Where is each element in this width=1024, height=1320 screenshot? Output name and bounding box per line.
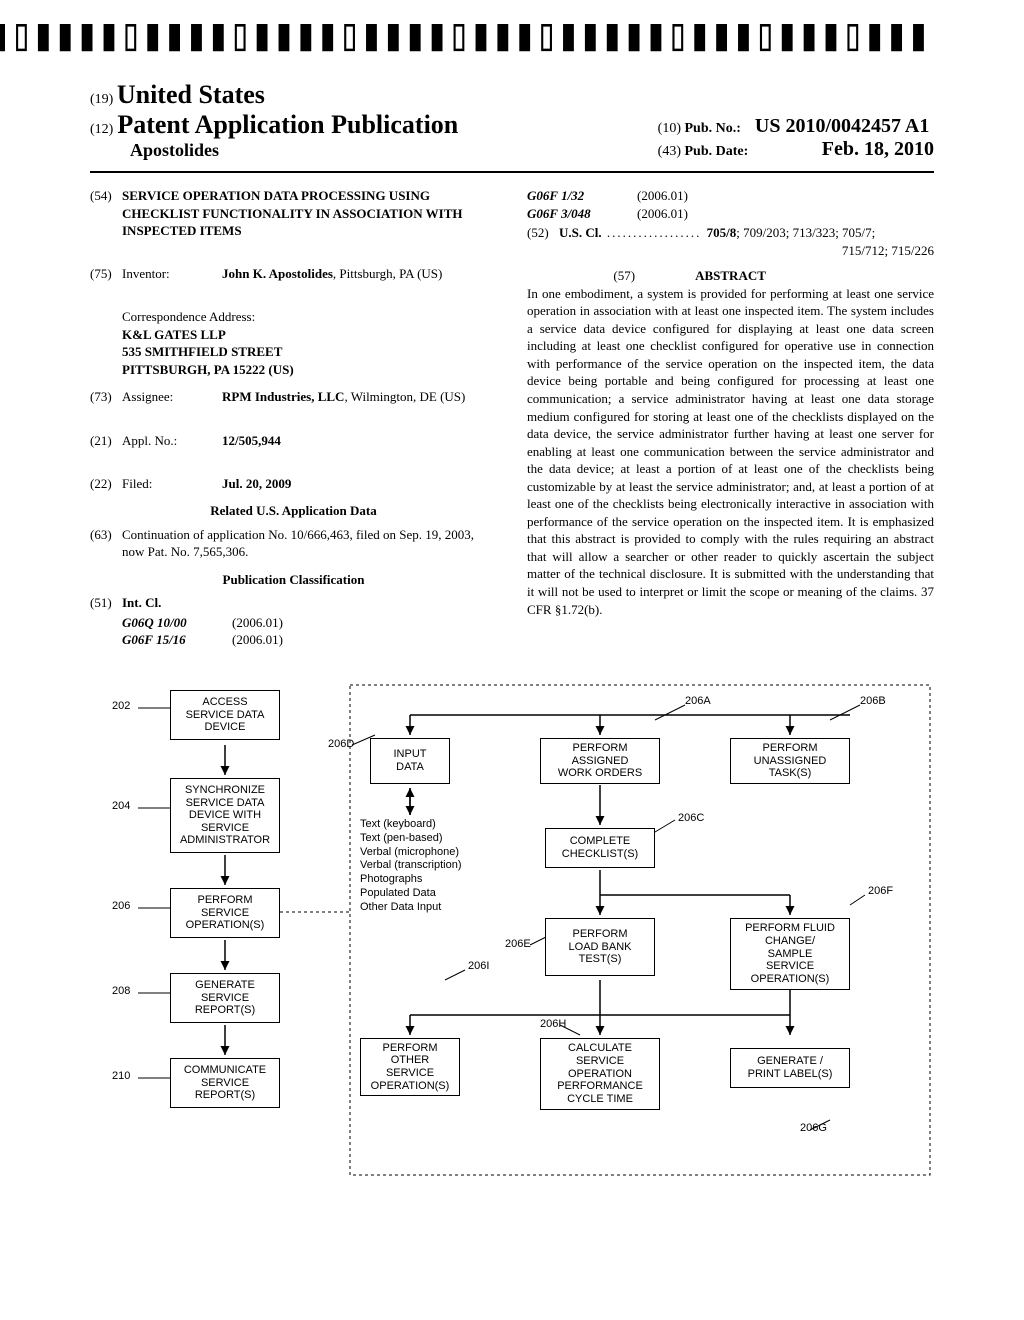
- uscl-label: U.S. Cl.: [559, 225, 602, 240]
- author-name: Apostolides: [130, 140, 458, 161]
- filed-label: Filed:: [122, 475, 222, 493]
- assignee-name: RPM Industries, LLC: [222, 389, 344, 404]
- flow-label-206: 206: [112, 900, 130, 912]
- pub-no-code: (10): [658, 121, 681, 136]
- uscl-rest: ; 709/203; 713/323; 705/7;: [736, 225, 875, 240]
- flow-label-206f: 206F: [868, 885, 893, 897]
- flow-box-206i: PERFORMOTHERSERVICEOPERATION(S): [360, 1038, 460, 1096]
- appl-code: (21): [90, 432, 122, 450]
- flowchart-diagram: ACCESSSERVICE DATADEVICE SYNCHRONIZESERV…: [90, 660, 934, 1190]
- correspondence-line2: 535 SMITHFIELD STREET: [122, 343, 497, 361]
- flow-label-206h: 206H: [540, 1018, 566, 1030]
- filed-code: (22): [90, 475, 122, 493]
- flow-box-206f: PERFORM FLUIDCHANGE/SAMPLESERVICEOPERATI…: [730, 918, 850, 990]
- appl-no: 12/505,944: [222, 432, 497, 450]
- flow-label-208: 208: [112, 985, 130, 997]
- continuation-code: (63): [90, 526, 122, 561]
- uscl-dots: ..................: [602, 225, 707, 240]
- inventor-location: , Pittsburgh, PA (US): [333, 266, 442, 281]
- intcl-item-code: G06F 15/16: [122, 631, 232, 649]
- pub-no-label: Pub. No.:: [685, 121, 741, 136]
- flow-box-206e: PERFORMLOAD BANKTEST(S): [545, 918, 655, 976]
- assignee-location: , Wilmington, DE (US): [344, 389, 465, 404]
- pub-no-value: US 2010/0042457 A1: [755, 115, 929, 137]
- correspondence-line3: PITTSBURGH, PA 15222 (US): [122, 361, 497, 379]
- pub-type: Patent Application Publication: [117, 110, 458, 139]
- related-heading: Related U.S. Application Data: [90, 502, 497, 520]
- assignee-label: Assignee:: [122, 388, 222, 406]
- flow-label-206c: 206C: [678, 812, 704, 824]
- pub-date-code: (43): [658, 144, 681, 159]
- flow-label-204: 204: [112, 800, 130, 812]
- main-columns: (54) SERVICE OPERATION DATA PROCESSING U…: [90, 187, 934, 649]
- flow-box-208: GENERATESERVICEREPORT(S): [170, 973, 280, 1023]
- flow-box-206h: CALCULATESERVICEOPERATIONPERFORMANCECYCL…: [540, 1038, 660, 1110]
- flow-box-202: ACCESSSERVICE DATADEVICE: [170, 690, 280, 740]
- classification-heading: Publication Classification: [90, 571, 497, 589]
- flow-box-206b: PERFORMUNASSIGNEDTASK(S): [730, 738, 850, 784]
- flow-label-202: 202: [112, 700, 130, 712]
- inventor-code: (75): [90, 265, 122, 283]
- left-column: (54) SERVICE OPERATION DATA PROCESSING U…: [90, 187, 497, 649]
- pub-date-label: Pub. Date:: [685, 144, 749, 159]
- barcode-graphic: ▮▯▮▮▮▯▮▮▮▮▮▮▯▮▮▯▮▮▮▮▯▮▮▮▮▯▮▮▮▮▯▮▮▮▮▯▮▮▮▯…: [0, 17, 929, 51]
- abstract-heading: ABSTRACT: [695, 267, 766, 285]
- flow-box-206c: COMPLETECHECKLIST(S): [545, 828, 655, 868]
- appl-label: Appl. No.:: [122, 432, 222, 450]
- flow-textlist: Text (keyboard)Text (pen-based)Verbal (m…: [360, 818, 490, 914]
- title-code: (54): [90, 187, 122, 240]
- barcode-area: ▮▯▮▮▮▯▮▮▮▮▮▮▯▮▮▯▮▮▮▮▯▮▮▮▮▯▮▮▮▮▯▮▮▮▮▯▮▮▮▯…: [0, 20, 929, 70]
- intcl-item-code: G06F 3/048: [527, 205, 637, 223]
- intcl-item-code: G06Q 10/00: [122, 614, 232, 632]
- intcl-item-code: G06F 1/32: [527, 187, 637, 205]
- uscl-code: (52): [527, 224, 559, 259]
- header: (19) United States (12) Patent Applicati…: [90, 80, 934, 161]
- flow-box-206g: GENERATE /PRINT LABEL(S): [730, 1048, 850, 1088]
- flow-box-206: PERFORMSERVICEOPERATION(S): [170, 888, 280, 938]
- intcl-item-ver: (2006.01): [232, 614, 283, 632]
- divider: [90, 171, 934, 173]
- flow-label-206a: 206A: [685, 695, 711, 707]
- intcl-code: (51): [90, 594, 122, 612]
- continuation-text: Continuation of application No. 10/666,4…: [122, 526, 497, 561]
- pub-type-code: (12): [90, 122, 113, 137]
- flow-label-206i: 206I: [468, 960, 489, 972]
- flow-label-206e: 206E: [505, 938, 531, 950]
- abstract-text: In one embodiment, a system is provided …: [527, 285, 934, 618]
- pub-date-value: Feb. 18, 2010: [822, 138, 934, 160]
- intcl-item-ver: (2006.01): [637, 187, 688, 205]
- flow-box-210: COMMUNICATESERVICEREPORT(S): [170, 1058, 280, 1108]
- patent-title: SERVICE OPERATION DATA PROCESSING USING …: [122, 187, 497, 240]
- inventor-name: John K. Apostolides: [222, 266, 333, 281]
- flow-label-206b: 206B: [860, 695, 886, 707]
- intcl-item-ver: (2006.01): [232, 631, 283, 649]
- flow-label-206d: 206D: [328, 738, 354, 750]
- abstract-code: (57): [613, 267, 635, 285]
- right-column: G06F 1/32 (2006.01) G06F 3/048 (2006.01)…: [527, 187, 934, 649]
- correspondence-label: Correspondence Address:: [122, 308, 497, 326]
- flow-label-210: 210: [112, 1070, 130, 1082]
- uscl-main: 705/8: [707, 225, 737, 240]
- country-code: (19): [90, 92, 113, 107]
- intcl-label: Int. Cl.: [122, 594, 497, 612]
- flow-label-206g: 206G: [800, 1122, 827, 1134]
- flow-box-206a: PERFORMASSIGNEDWORK ORDERS: [540, 738, 660, 784]
- filed-date: Jul. 20, 2009: [222, 475, 497, 493]
- inventor-label: Inventor:: [122, 265, 222, 283]
- uscl-extra: 715/712; 715/226: [559, 242, 934, 260]
- flow-box-206d: INPUTDATA: [370, 738, 450, 784]
- flow-box-204: SYNCHRONIZESERVICE DATADEVICE WITHSERVIC…: [170, 778, 280, 853]
- intcl-item-ver: (2006.01): [637, 205, 688, 223]
- correspondence-line1: K&L GATES LLP: [122, 326, 497, 344]
- assignee-code: (73): [90, 388, 122, 406]
- country-name: United States: [117, 80, 265, 109]
